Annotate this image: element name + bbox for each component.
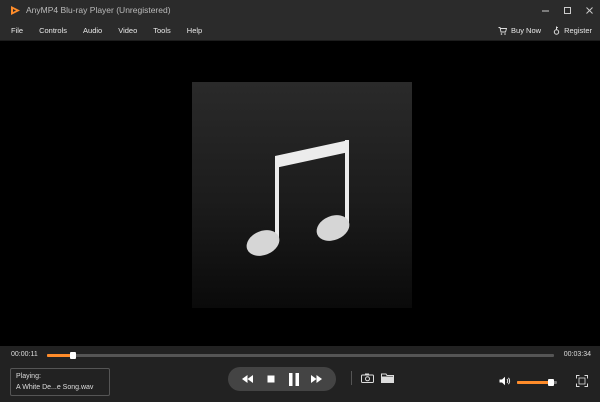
snapshot-icon <box>360 373 374 383</box>
fullscreen-button[interactable] <box>576 374 588 387</box>
stop-button[interactable] <box>262 370 280 388</box>
key-icon <box>553 26 560 35</box>
menu-help[interactable]: Help <box>179 20 210 41</box>
progress-bar[interactable] <box>47 352 554 359</box>
rewind-button[interactable] <box>239 370 257 388</box>
open-folder-button[interactable] <box>378 370 396 386</box>
pause-button[interactable] <box>285 370 303 388</box>
playing-file-name: A White De...e Song.wav <box>16 384 94 391</box>
menu-audio[interactable]: Audio <box>75 20 110 41</box>
volume-fill <box>517 380 551 384</box>
register-label: Register <box>564 26 592 35</box>
menu-bar: File Controls Audio Video Tools Help Buy… <box>0 20 600 41</box>
current-time: 00:00:11 <box>11 351 38 358</box>
pause-icon <box>288 372 299 386</box>
menu-controls[interactable]: Controls <box>31 20 75 41</box>
stop-icon <box>267 375 274 383</box>
buy-now-button[interactable]: Buy Now <box>498 26 541 35</box>
volume-button[interactable] <box>499 373 511 391</box>
menu-tools[interactable]: Tools <box>145 20 179 41</box>
open-folder-icon <box>380 373 394 383</box>
playing-label: Playing: <box>16 373 41 380</box>
window-controls <box>534 0 600 20</box>
menu-right-group: Buy Now Register <box>486 20 592 41</box>
close-icon <box>585 6 593 14</box>
restore-icon <box>563 6 571 14</box>
total-time: 00:03:34 <box>563 351 591 358</box>
restore-button[interactable] <box>556 0 578 20</box>
speaker-icon <box>499 376 511 386</box>
control-bar: 00:00:11 00:03:34 Playing: A White De...… <box>0 346 600 402</box>
volume-handle[interactable] <box>548 378 554 386</box>
minimize-icon <box>541 10 549 11</box>
menu-video[interactable]: Video <box>110 20 145 41</box>
fullscreen-icon <box>576 375 588 387</box>
volume-control <box>499 373 557 391</box>
music-note-icon <box>246 140 350 256</box>
video-area[interactable] <box>0 42 600 346</box>
album-artwork <box>192 82 412 308</box>
fast-forward-button[interactable] <box>308 370 326 388</box>
now-playing-box: Playing: A White De...e Song.wav <box>10 368 110 396</box>
fast-forward-icon <box>311 375 322 383</box>
cart-icon <box>498 26 508 35</box>
minimize-button[interactable] <box>534 0 556 20</box>
window-title: AnyMP4 Blu-ray Player (Unregistered) <box>26 5 171 15</box>
buy-now-label: Buy Now <box>511 26 542 35</box>
volume-slider[interactable] <box>517 378 557 386</box>
divider <box>351 371 352 385</box>
progress-handle[interactable] <box>70 352 77 359</box>
title-bar: AnyMP4 Blu-ray Player (Unregistered) <box>0 0 600 20</box>
menu-file[interactable]: File <box>0 20 31 41</box>
transport-controls <box>228 367 336 391</box>
close-button[interactable] <box>578 0 600 20</box>
snapshot-button[interactable] <box>358 370 376 386</box>
app-logo-icon <box>8 3 22 17</box>
extra-controls <box>351 370 398 386</box>
rewind-icon <box>242 375 253 383</box>
register-button[interactable]: Register <box>553 26 592 35</box>
